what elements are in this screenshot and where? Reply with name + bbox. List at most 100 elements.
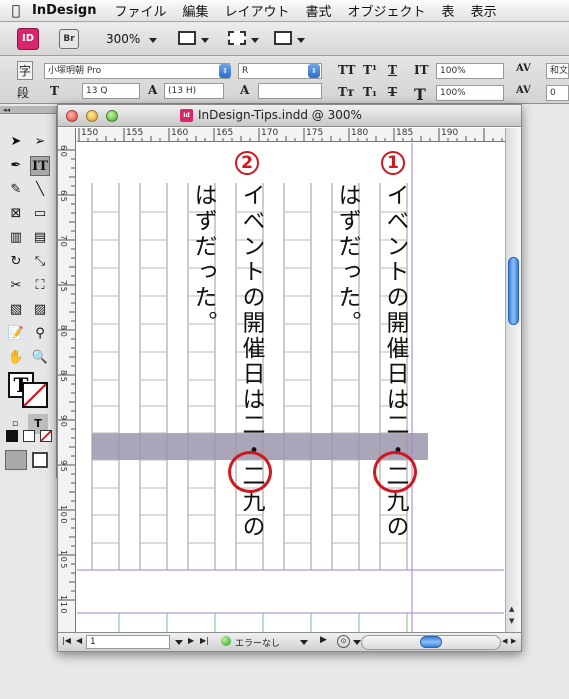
eyedropper-tool-icon[interactable]: ⚲ xyxy=(30,324,50,344)
zoom-tool-icon[interactable]: 🔍 xyxy=(30,348,50,368)
application-bar: ID Br 300% xyxy=(0,23,569,56)
ruler-label: 1 1 0 xyxy=(59,595,68,614)
menu-view[interactable]: 表示 xyxy=(471,1,497,20)
vertical-scroll-thumb[interactable] xyxy=(508,257,519,325)
line-tool-icon[interactable]: ╲ xyxy=(30,180,50,200)
page-number-field[interactable]: 1 xyxy=(86,635,170,649)
scroll-down-arrow-icon[interactable]: ▼ xyxy=(509,617,514,625)
vertical-ruler[interactable]: 6 0 6 5 7 0 7 5 8 0 8 5 9 0 9 5 1 0 0 1 … xyxy=(58,128,76,633)
normal-view-icon[interactable] xyxy=(5,450,27,470)
preview-mode-icon[interactable] xyxy=(32,452,48,468)
zoom-level-dropdown[interactable]: 300% xyxy=(106,32,158,46)
all-caps-icon[interactable]: TT xyxy=(338,63,355,77)
scroll-up-arrow-icon[interactable]: ▲ xyxy=(509,605,514,613)
apple-menu-icon[interactable]:  xyxy=(0,3,32,19)
underline-icon[interactable]: T xyxy=(388,63,397,77)
horizontal-scale-icon: T xyxy=(414,85,426,104)
vertical-grid-tool-icon[interactable]: ▥ xyxy=(6,228,26,248)
leading-field[interactable]: (13 H) xyxy=(164,83,224,99)
zoom-level-value: 300% xyxy=(106,32,141,46)
zoom-button[interactable] xyxy=(106,110,118,122)
horizontal-ruler[interactable]: 150 155 160 165 170 175 180 185 190 xyxy=(77,128,505,142)
free-transform-tool-icon[interactable]: ⛶ xyxy=(30,276,50,296)
font-size-field[interactable]: 13 Q xyxy=(82,83,140,99)
scissors-tool-icon[interactable]: ✂ xyxy=(6,276,26,296)
scroll-left-arrow-icon[interactable]: ◀ xyxy=(502,637,507,645)
screen-mode-icon[interactable] xyxy=(228,31,246,45)
first-page-icon[interactable]: |◀ xyxy=(62,636,71,645)
bridge-button[interactable]: Br xyxy=(59,29,79,49)
last-page-icon[interactable]: ▶| xyxy=(200,636,209,645)
chevron-down-icon[interactable] xyxy=(353,640,361,645)
font-style-stepper[interactable]: ⇕ xyxy=(308,64,320,78)
note-tool-icon[interactable]: 📝 xyxy=(6,324,26,344)
callout-number-2: 2 xyxy=(235,151,259,175)
document-canvas[interactable]: イベントの開催日は二・二九の はずだった。 イベントの開催日は二・二九の はずだ… xyxy=(77,143,504,632)
ruler-label: 190 xyxy=(441,128,459,138)
ruler-label: 7 0 xyxy=(59,235,68,247)
open-in-file-icon[interactable]: ▶ xyxy=(320,635,327,645)
tsume-field[interactable]: 和文 xyxy=(546,63,569,79)
ruler-label: 1 0 5 xyxy=(59,550,68,569)
menu-type[interactable]: 書式 xyxy=(306,1,332,20)
stroke-none-icon[interactable] xyxy=(22,382,48,408)
horizontal-scroll-thumb[interactable] xyxy=(420,636,442,648)
ruler-label: 8 5 xyxy=(59,370,68,382)
scale-tool-icon[interactable]: ⤡ xyxy=(30,252,50,272)
subscript-icon[interactable]: T₁ xyxy=(363,85,377,99)
horizontal-scrollbar[interactable] xyxy=(361,635,501,650)
scroll-right-arrow-icon[interactable]: ▶ xyxy=(511,637,516,645)
preflight-menu-icon[interactable]: ⊙ xyxy=(337,635,350,648)
view-options-icon[interactable] xyxy=(178,31,196,45)
ruler-label: 165 xyxy=(216,128,234,138)
close-button[interactable] xyxy=(66,110,78,122)
previous-page-icon[interactable]: ◀ xyxy=(76,636,82,645)
pencil-tool-icon[interactable]: ✎ xyxy=(6,180,26,200)
direct-selection-tool-icon[interactable]: ➢ xyxy=(30,132,50,152)
small-caps-icon[interactable]: Tт xyxy=(338,85,354,99)
superscript-icon[interactable]: T¹ xyxy=(363,63,377,77)
tracking-field[interactable]: 0 xyxy=(546,85,569,101)
apply-none-icon[interactable] xyxy=(40,430,52,442)
menu-object[interactable]: オブジェクト xyxy=(348,1,426,20)
vertical-scale-field[interactable]: 100% xyxy=(436,63,504,79)
minimize-button[interactable] xyxy=(86,110,98,122)
kerning-field[interactable] xyxy=(258,83,322,99)
horizontal-grid-tool-icon[interactable]: ▤ xyxy=(30,228,50,248)
strikethrough-icon[interactable]: T xyxy=(388,85,397,99)
menu-layout[interactable]: レイアウト xyxy=(225,1,290,20)
status-bar: |◀ ◀ 1 ▶ ▶| エラーなし ▶ ⊙ ◀ ▶ xyxy=(58,632,521,651)
selection-tool-icon[interactable]: ➤ xyxy=(6,132,26,152)
horizontal-scale-field[interactable]: 100% xyxy=(436,85,504,101)
next-page-icon[interactable]: ▶ xyxy=(188,636,194,645)
font-family-field[interactable]: 小塚明朝 Pro xyxy=(44,63,230,79)
chevron-down-icon[interactable] xyxy=(300,640,308,645)
gradient-swatch-tool-icon[interactable]: ▧ xyxy=(6,300,26,320)
app-menu[interactable]: InDesign xyxy=(32,3,96,18)
font-family-stepper[interactable]: ⇕ xyxy=(219,64,231,78)
rotate-tool-icon[interactable]: ↻ xyxy=(6,252,26,272)
menu-edit[interactable]: 編集 xyxy=(182,1,208,20)
rectangle-tool-icon[interactable]: ▭ xyxy=(30,204,50,224)
apply-color-icon[interactable] xyxy=(6,430,18,442)
chevron-down-icon[interactable] xyxy=(175,640,183,645)
chevron-down-icon xyxy=(297,38,305,43)
rectangle-frame-tool-icon[interactable]: ⊠ xyxy=(6,204,26,224)
callout-highlight-ring-1 xyxy=(373,451,417,493)
ruler-label: 8 0 xyxy=(59,325,68,337)
menu-table[interactable]: 表 xyxy=(442,1,455,20)
vertical-scrollbar[interactable]: ▲ ▼ xyxy=(505,128,521,633)
menu-bar:  InDesign ファイル 編集 レイアウト 書式 オブジェクト 表 表示 xyxy=(0,0,569,22)
leading-icon: A xyxy=(148,83,158,97)
gradient-feather-tool-icon[interactable]: ▨ xyxy=(30,300,50,320)
apply-gradient-icon[interactable] xyxy=(23,430,35,442)
pen-tool-icon[interactable]: ✒ xyxy=(6,156,26,176)
document-titlebar: Id InDesign-Tips.indd @ 300% xyxy=(58,105,521,127)
panel-grip[interactable]: ◂◂ xyxy=(0,106,56,114)
vertical-type-tool-icon[interactable]: IT xyxy=(30,156,50,176)
menu-file[interactable]: ファイル xyxy=(114,1,166,20)
arrange-documents-icon[interactable] xyxy=(274,31,292,45)
hand-tool-icon[interactable]: ✋ xyxy=(6,348,26,368)
paragraph-tab[interactable]: 段 xyxy=(17,84,29,101)
character-tab[interactable]: 字 xyxy=(17,61,34,80)
